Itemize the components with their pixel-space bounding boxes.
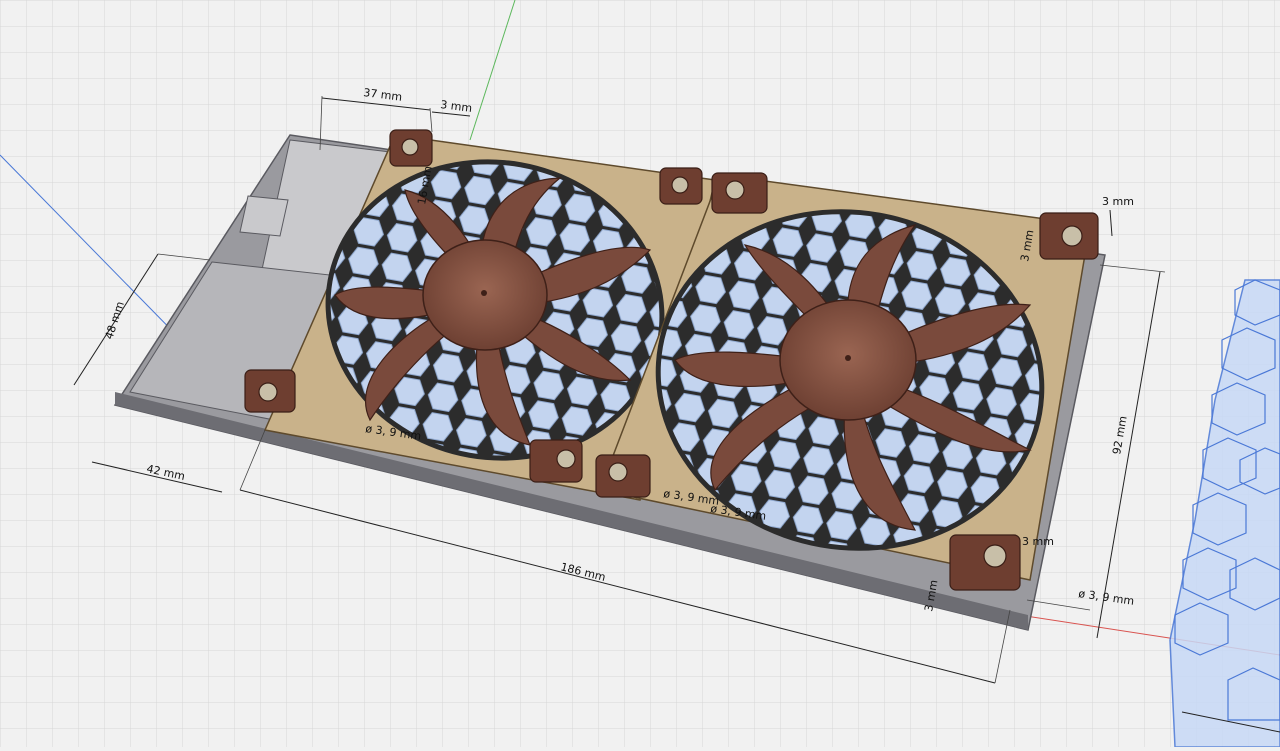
dim-right-bottom-tab: 3 mm xyxy=(1022,535,1054,548)
3d-scene[interactable]: 37 mm 3 mm 16 mm 3 mm 3 mm 48 mm 42 mm 1… xyxy=(0,0,1280,748)
cad-viewport[interactable]: 37 mm 3 mm 16 mm 3 mm 3 mm 48 mm 42 mm 1… xyxy=(0,0,1280,748)
dim-right-tab: 3 mm xyxy=(1102,195,1134,208)
